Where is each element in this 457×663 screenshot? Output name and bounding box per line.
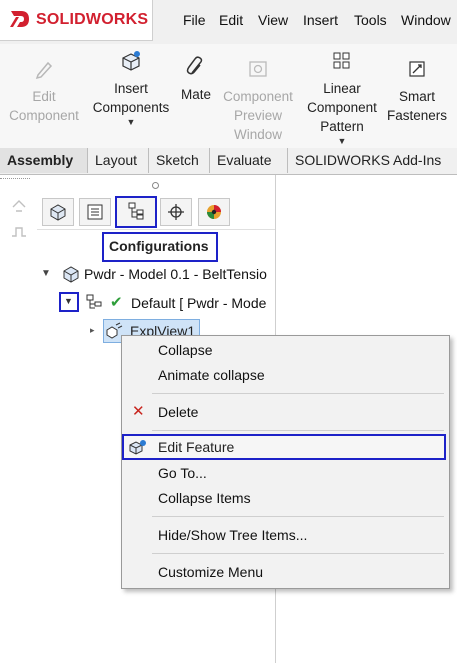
insert-components-button[interactable]: Insert Components ▼ (88, 50, 174, 127)
menu-item-delete[interactable]: Delete (158, 404, 198, 420)
menu-edit[interactable]: Edit (219, 12, 243, 28)
insert-components-icon (122, 51, 140, 71)
tree-config-default[interactable]: Default [ Pwdr - Mode (131, 295, 275, 311)
menu-item-go-to[interactable]: Go To... (158, 465, 207, 481)
chevron-down-icon[interactable]: ▼ (88, 117, 174, 127)
menu-item-customize-menu[interactable]: Customize Menu (158, 564, 263, 580)
collapse-toggle-button[interactable]: ▼ (59, 292, 79, 312)
configuration-manager-tab[interactable] (115, 196, 157, 228)
dimxpert-manager-tab[interactable] (160, 198, 192, 226)
part-cube-icon (50, 204, 66, 221)
component-preview-window-button[interactable]: Component Preview Window (218, 58, 298, 144)
paperclip-icon (186, 56, 203, 75)
menu-separator (152, 393, 444, 394)
left-toolbar-strip (0, 175, 38, 663)
menu-item-collapse-items[interactable]: Collapse Items (158, 490, 251, 506)
menu-separator (152, 553, 444, 554)
brand-name: SOLIDWORKS (36, 11, 149, 28)
tab-assembly[interactable]: Assembly (0, 148, 88, 173)
ds-logo-icon (10, 11, 29, 27)
crosshair-icon (168, 204, 184, 220)
chevron-down-icon[interactable]: ▼ (300, 136, 384, 146)
display-manager-tab[interactable] (198, 198, 230, 226)
menu-separator (152, 430, 444, 431)
edit-component-icon (35, 61, 53, 80)
edit-component-button[interactable]: Edit Component (6, 58, 82, 125)
menu-item-collapse[interactable]: Collapse (158, 342, 212, 358)
configuration-icon (86, 294, 102, 309)
menu-item-animate-collapse[interactable]: Animate collapse (158, 367, 265, 383)
appearance-sphere-icon (207, 205, 221, 219)
tab-evaluate[interactable]: Evaluate (210, 148, 288, 173)
sketch-line-icon[interactable] (10, 224, 28, 240)
tree-root-assembly[interactable]: Pwdr - Model 0.1 - BeltTensio (84, 266, 275, 282)
edit-feature-label: Edit Feature (158, 439, 235, 455)
smart-fasteners-button[interactable]: Smart Fasteners (384, 58, 450, 125)
preview-window-icon (249, 61, 267, 77)
menu-item-edit-feature[interactable]: Edit Feature (122, 434, 446, 460)
menu-insert[interactable]: Insert (303, 12, 338, 28)
solidworks-logo[interactable]: SOLIDWORKS (0, 0, 153, 41)
strip-grip (0, 178, 30, 179)
linear-component-pattern-button[interactable]: Linear Component Pattern ▼ (300, 50, 384, 146)
panel-splitter-handle[interactable] (152, 182, 159, 189)
configurations-title-box: Configurations (102, 232, 218, 262)
menu-file[interactable]: File (183, 12, 206, 28)
menu-item-hide-show-tree-items[interactable]: Hide/Show Tree Items... (158, 527, 307, 543)
expand-arrow-icon[interactable]: ▼ (41, 268, 51, 279)
tab-sketch[interactable]: Sketch (149, 148, 210, 173)
tab-layout[interactable]: Layout (88, 148, 149, 173)
smart-fasteners-icon (409, 61, 425, 77)
menu-tools[interactable]: Tools (354, 12, 387, 28)
menu-separator (152, 516, 444, 517)
expand-right-icon[interactable]: ▸ (90, 325, 95, 336)
property-list-icon (87, 204, 103, 220)
active-check-icon: ✔ (110, 294, 123, 311)
chevron-down-icon: ▼ (64, 296, 73, 306)
edit-feature-icon (129, 440, 146, 455)
menu-view[interactable]: View (258, 12, 288, 28)
menu-window[interactable]: Window (401, 12, 451, 28)
panel-divider (37, 229, 275, 230)
tab-solidworks-add-ins[interactable]: SOLIDWORKS Add-Ins (288, 148, 457, 173)
move-component-icon[interactable] (10, 197, 28, 215)
configuration-tree-icon (128, 202, 144, 220)
delete-x-icon: ✕ (132, 403, 145, 420)
assembly-icon (63, 266, 79, 283)
mate-button[interactable]: Mate (176, 56, 216, 104)
feature-manager-tab[interactable] (42, 198, 74, 226)
context-menu: Collapse Animate collapse ✕ Delete Edit … (121, 335, 450, 589)
linear-pattern-icon (333, 52, 350, 69)
property-manager-tab[interactable] (79, 198, 111, 226)
panel-title: Configurations (109, 238, 209, 254)
